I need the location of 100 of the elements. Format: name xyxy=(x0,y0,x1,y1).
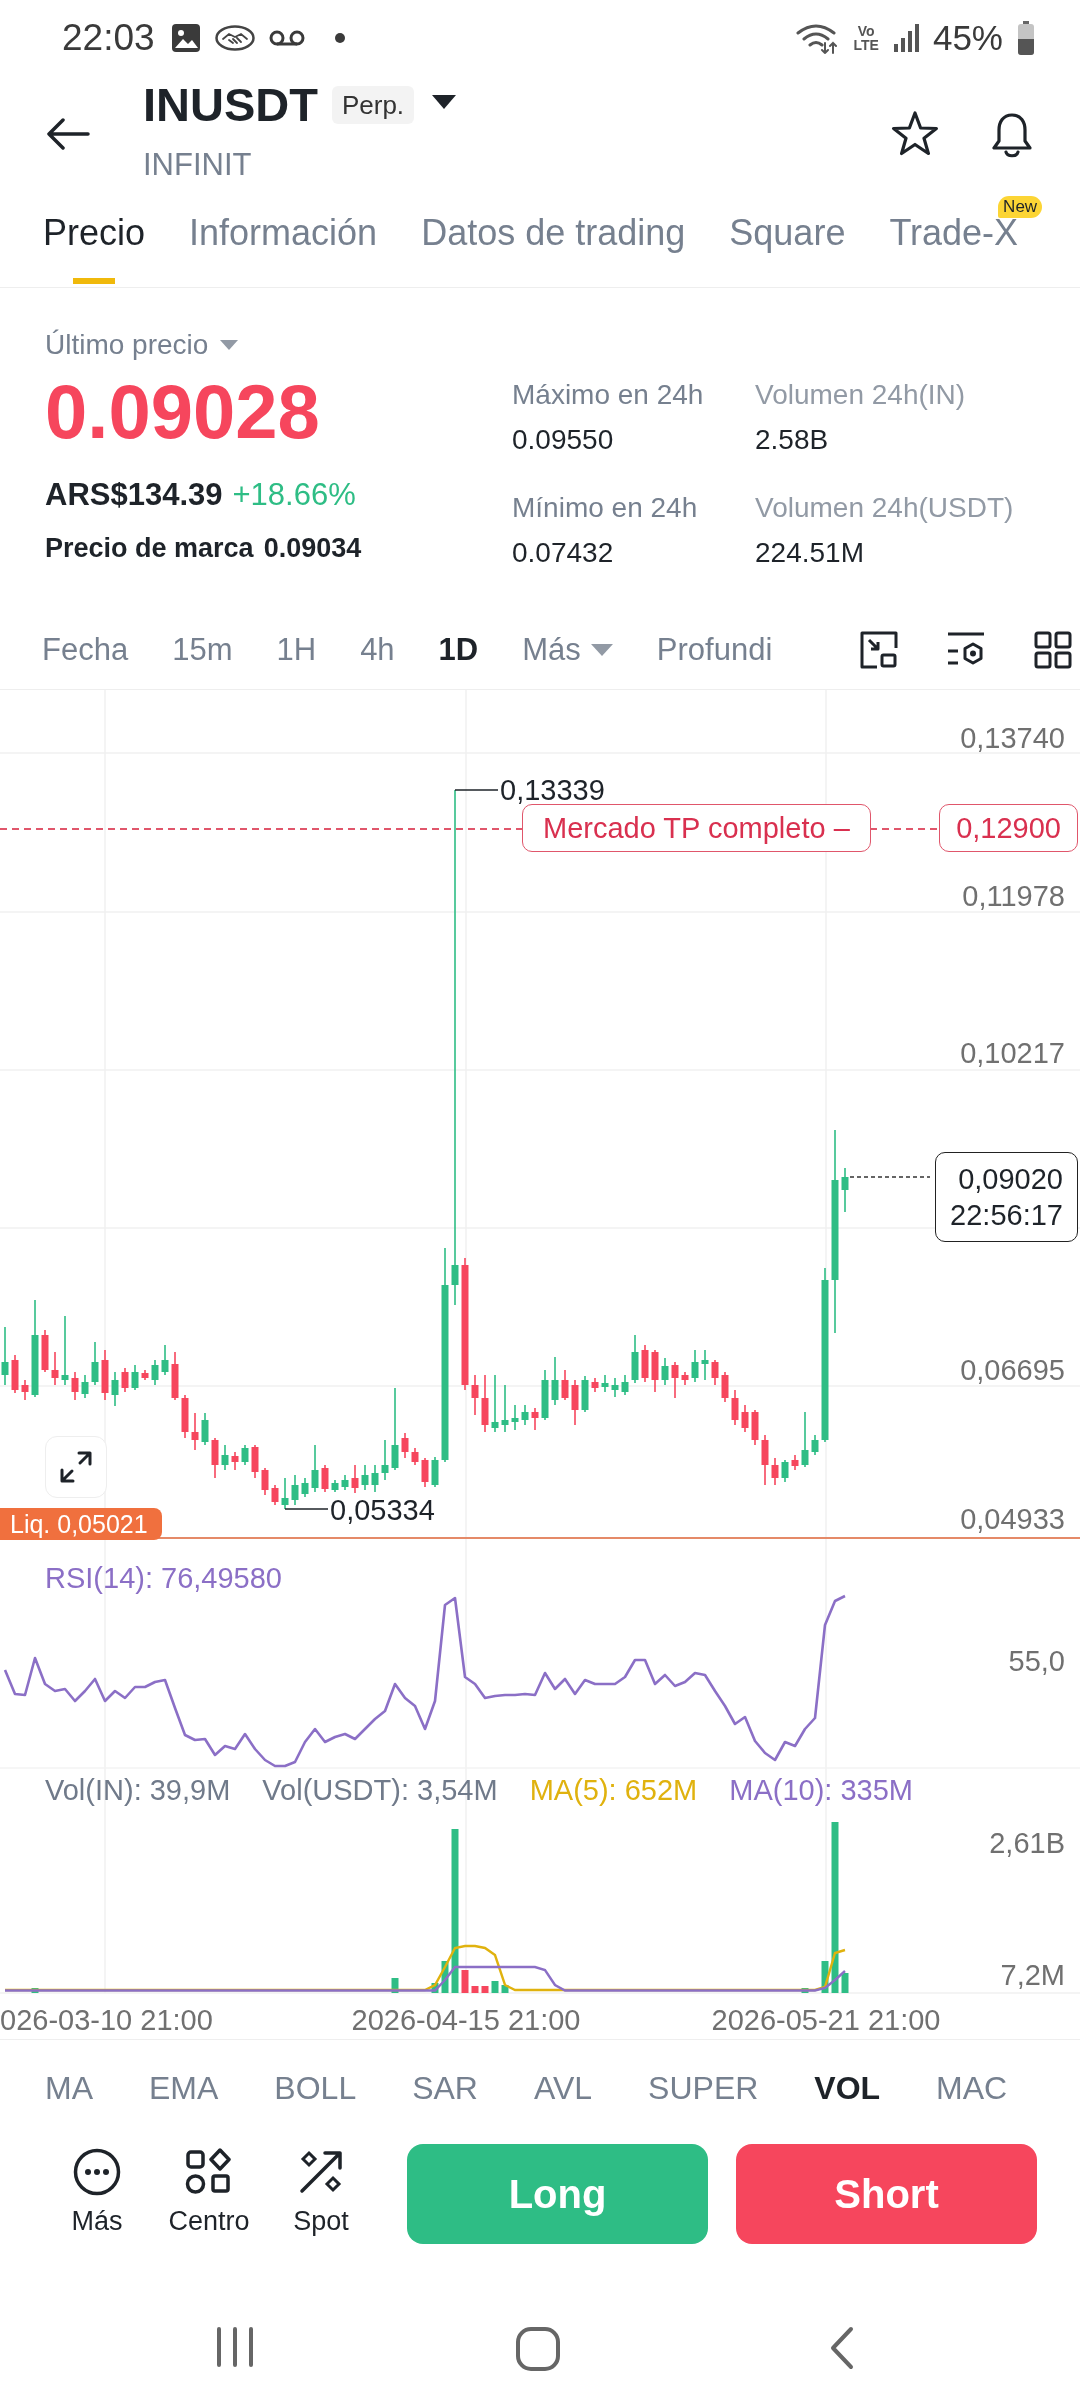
interval-tab[interactable]: 15m xyxy=(172,629,233,670)
indicator-tab[interactable]: VOL xyxy=(814,2067,881,2108)
spot-button[interactable]: Spot xyxy=(269,2144,373,2244)
more-icon xyxy=(73,2148,121,2196)
handshake-icon xyxy=(214,24,255,51)
bell-icon[interactable] xyxy=(989,111,1035,159)
stat-value: 224.51M xyxy=(755,536,865,570)
indicator-tab[interactable]: AVL xyxy=(533,2067,593,2108)
mark-price: 0.09034 xyxy=(263,532,362,565)
indicator-tab[interactable]: SUPER xyxy=(648,2067,759,2108)
indicator-tab[interactable]: SAR xyxy=(412,2067,478,2108)
falling-candle xyxy=(181,1394,189,1439)
falling-candle xyxy=(11,1354,19,1394)
rising-candle xyxy=(331,1479,339,1493)
falling-candle xyxy=(761,1434,769,1486)
center-button[interactable]: Centro xyxy=(157,2144,261,2244)
rising-candle xyxy=(61,1315,69,1386)
interval-tab[interactable]: Fecha xyxy=(42,629,129,670)
indicator-tab[interactable]: MA xyxy=(45,2067,93,2108)
indicator-tab[interactable]: EMA xyxy=(149,2067,219,2108)
caret-icon[interactable] xyxy=(432,95,457,109)
rising-candle xyxy=(111,1371,119,1407)
stat-label: Volumen 24h(IN) xyxy=(755,378,967,412)
price-change: +18.66% xyxy=(232,476,356,514)
rising-candle xyxy=(581,1375,589,1413)
battery-icon xyxy=(1017,20,1035,55)
back-icon[interactable] xyxy=(829,2326,855,2370)
falling-candle xyxy=(741,1404,749,1433)
rising-candle xyxy=(611,1377,619,1398)
falling-candle xyxy=(251,1444,259,1479)
falling-candle xyxy=(561,1369,569,1401)
falling-candle xyxy=(481,1374,489,1433)
indicator-tab[interactable]: BOLL xyxy=(274,2067,357,2108)
tab[interactable]: Precio xyxy=(43,195,146,284)
interval-tab[interactable]: 1D xyxy=(438,629,479,670)
short-button[interactable]: Short xyxy=(736,2144,1037,2244)
rising-candle xyxy=(841,1167,849,1213)
rising-candle xyxy=(491,1374,499,1433)
volume-bar xyxy=(821,1961,829,1993)
stat-value: 2.58B xyxy=(755,423,830,457)
rising-candle xyxy=(291,1474,299,1506)
indicator-tab[interactable]: MAC xyxy=(936,2067,1008,2108)
more-button[interactable]: Más xyxy=(45,2144,149,2244)
rising-candle xyxy=(361,1464,369,1491)
interval-tab[interactable]: 1H xyxy=(276,629,317,670)
volume-bar xyxy=(841,1973,849,1993)
interval-tab[interactable]: Profundi xyxy=(656,629,773,670)
volume-bar xyxy=(441,1961,449,1993)
star-icon[interactable] xyxy=(891,111,939,157)
recent-apps-icon[interactable] xyxy=(215,2326,255,2368)
liquidation-tag: Liq. 0,05021 xyxy=(0,1508,162,1540)
volume-bar xyxy=(471,1986,479,1993)
price-axis-label: 0,06695 xyxy=(960,1355,1065,1385)
rising-candle xyxy=(511,1404,519,1431)
expand-button[interactable] xyxy=(45,1436,107,1498)
tab[interactable]: Trade-X New xyxy=(889,195,1043,284)
asset-name: INFINIT xyxy=(143,146,253,184)
home-icon[interactable] xyxy=(515,2326,561,2372)
interval-tab[interactable]: Más xyxy=(522,629,613,670)
grid-icon[interactable] xyxy=(1034,630,1073,669)
tab[interactable]: Información xyxy=(189,195,378,284)
tab[interactable]: Datos de trading xyxy=(421,195,686,284)
rising-candle xyxy=(281,1477,289,1510)
volume-bar xyxy=(461,1970,469,1993)
rising-candle xyxy=(381,1439,389,1481)
interval-tab[interactable]: 4h xyxy=(360,629,395,670)
falling-candle xyxy=(651,1349,659,1393)
falling-candle xyxy=(711,1359,719,1386)
volume-axis-label: 7,2M xyxy=(1000,1960,1065,1990)
shapes-icon xyxy=(185,2148,233,2196)
volume-bar xyxy=(391,1978,399,1993)
falling-candle xyxy=(791,1454,799,1471)
rising-candle xyxy=(811,1434,819,1456)
falling-candle xyxy=(321,1464,329,1493)
stat-label: Máximo en 24h xyxy=(512,378,705,412)
volume-bar xyxy=(491,1981,499,1993)
price-axis-label: 0,11978 xyxy=(962,881,1065,911)
leader-line xyxy=(454,789,499,791)
falling-candle xyxy=(571,1379,579,1426)
order-tag: Mercado TP completo – xyxy=(522,804,871,852)
falling-candle xyxy=(721,1371,729,1403)
falling-candle xyxy=(351,1464,359,1494)
rising-candle xyxy=(631,1334,639,1384)
tab[interactable]: Square xyxy=(729,195,846,284)
contract-badge: Perp. xyxy=(331,86,415,124)
last-price-tag: 0,09020 22:56:17 xyxy=(935,1152,1078,1242)
rising-candle xyxy=(521,1404,529,1426)
falling-candle xyxy=(471,1374,479,1416)
rising-candle xyxy=(201,1412,209,1446)
stat-label: Mínimo en 24h xyxy=(512,491,699,525)
falling-candle xyxy=(71,1371,79,1401)
long-button[interactable]: Long xyxy=(407,2144,708,2244)
date-label: 2026-04-15 21:00 xyxy=(351,2005,581,2035)
falling-candle xyxy=(401,1432,409,1459)
falling-candle xyxy=(681,1371,689,1386)
window-arrow-icon[interactable] xyxy=(860,630,899,669)
falling-candle xyxy=(211,1437,219,1479)
last-price: 0.09028 xyxy=(45,369,321,455)
low-price-label: 0,05334 xyxy=(330,1495,435,1525)
rising-candle xyxy=(801,1411,809,1468)
